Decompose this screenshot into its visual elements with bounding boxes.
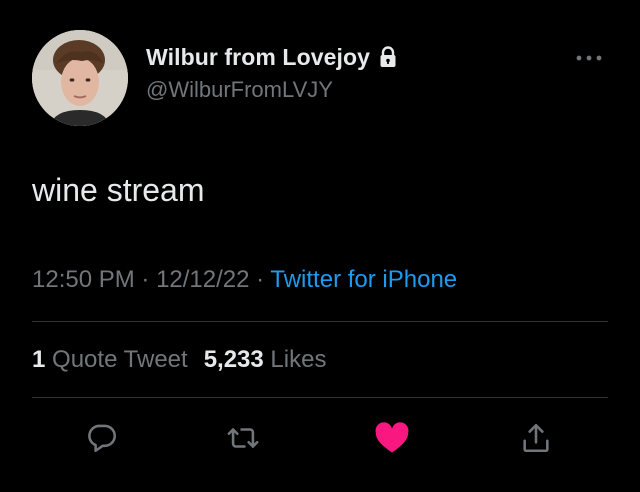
lock-icon [379,46,397,68]
user-handle[interactable]: @WilburFromLVJY [146,77,333,103]
tweet-date[interactable]: 12/12/22 [156,266,249,293]
likes-label: Likes [270,346,327,373]
divider [32,321,608,322]
meta-separator: · [134,266,157,293]
retweet-icon [227,428,259,448]
share-button[interactable] [516,418,556,458]
share-icon [523,423,549,453]
reply-icon [88,424,117,453]
quote-tweets-stat[interactable]: 1 Quote Tweet [32,346,188,373]
divider [32,397,608,398]
heart-icon [375,422,409,453]
tweet-time[interactable]: 12:50 PM [32,266,135,293]
tweet-stats: 1 Quote Tweet 5,233 Likes [32,342,326,378]
quote-count: 1 [32,346,46,373]
meta-separator: · [249,266,271,293]
tweet-metadata: 12:50 PM · 12/12/22 · Twitter for iPhone [32,262,457,298]
profile-photo-icon [32,30,128,126]
likes-count: 5,233 [203,346,264,373]
tweet-source-link[interactable]: Twitter for iPhone [270,266,457,293]
tweet-text: wine stream [32,172,205,208]
reply-button[interactable] [82,418,122,458]
author-name-row[interactable]: Wilbur from Lovejoy [146,42,397,72]
more-options-icon[interactable] [572,48,606,68]
display-name[interactable]: Wilbur from Lovejoy [146,44,370,71]
likes-stat[interactable]: 5,233 Likes [204,346,327,373]
quote-label: Quote Tweet [52,346,188,373]
retweet-button[interactable] [223,418,263,458]
avatar[interactable] [32,30,128,126]
like-button[interactable] [372,418,412,458]
tweet-detail: Wilbur from Lovejoy @WilburFromLVJY wine… [0,0,640,492]
